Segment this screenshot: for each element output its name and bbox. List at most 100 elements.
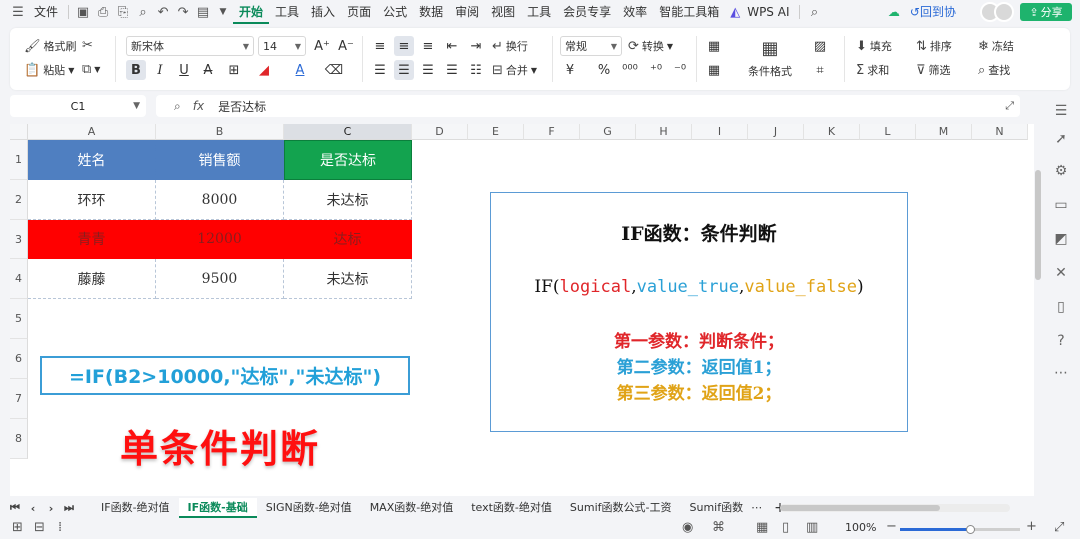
avatar-group[interactable]	[980, 2, 1014, 22]
row-header-2[interactable]: 2	[10, 180, 28, 220]
zoom-slider[interactable]	[900, 525, 1020, 534]
row-header-5[interactable]: 5	[10, 299, 28, 339]
tab-member[interactable]: 会员专享	[557, 0, 617, 24]
column-header-j[interactable]: J	[748, 124, 804, 140]
tools-icon[interactable]: ✕	[1051, 263, 1071, 283]
scrollbar-thumb[interactable]	[780, 505, 940, 511]
next-sheet-icon[interactable]: ›	[42, 502, 60, 515]
sheet-count-icon[interactable]: ⁞	[58, 520, 62, 535]
table-header-cell[interactable]: 姓名	[28, 140, 156, 180]
table-cell[interactable]: 未达标	[284, 259, 412, 299]
column-header-m[interactable]: M	[916, 124, 972, 140]
tab-insert[interactable]: 插入	[305, 0, 341, 24]
eye-icon[interactable]: ◉	[682, 520, 693, 535]
row-header-6[interactable]: 6	[10, 339, 28, 379]
column-header-g[interactable]: G	[580, 124, 636, 140]
cell-style-icon[interactable]: ▨	[810, 36, 830, 56]
table-cell[interactable]: 达标	[284, 220, 412, 259]
undo-icon[interactable]: ↶	[153, 0, 173, 24]
find-button[interactable]: ⌕ 查找	[978, 62, 1010, 78]
tab-efficiency[interactable]: 效率	[617, 0, 653, 24]
sheet-tab-active[interactable]: IF函数-基础	[178, 498, 257, 518]
align-center-icon[interactable]: ☰	[394, 60, 414, 80]
column-header-h[interactable]: H	[636, 124, 692, 140]
tab-view[interactable]: 视图	[485, 0, 521, 24]
paste-button[interactable]: 📋 粘贴 ▼	[24, 62, 74, 78]
table-cell[interactable]: 12000	[156, 220, 284, 259]
border-icon[interactable]: ⊞	[224, 60, 244, 80]
fx-icon[interactable]: fx	[193, 99, 204, 113]
freeze-button[interactable]: ❄ 冻结	[978, 38, 1014, 54]
preview-icon[interactable]: ⌕	[133, 0, 153, 24]
font-name-select[interactable]: 新宋体 ▼	[126, 36, 254, 56]
indent-decrease-icon[interactable]: ⇤	[442, 36, 462, 56]
book-icon[interactable]: ▯	[1051, 297, 1071, 317]
redo-icon[interactable]: ↷	[173, 0, 193, 24]
tab-data[interactable]: 数据	[413, 0, 449, 24]
fill-button[interactable]: ⬇ 填充	[856, 38, 892, 54]
sheet-macro-icon[interactable]: ⊞	[12, 520, 23, 535]
first-sheet-icon[interactable]: ⏮	[6, 501, 24, 515]
zoom-in-icon[interactable]: +	[1026, 519, 1037, 534]
sheet-stat-icon[interactable]: ⊟	[34, 520, 45, 535]
hamburger-icon[interactable]: ☰	[8, 0, 28, 24]
comment-icon[interactable]: ▭	[1051, 195, 1071, 215]
column-header-l[interactable]: L	[860, 124, 916, 140]
table-cell[interactable]: 青青	[28, 220, 156, 259]
decimal-decrease-icon[interactable]: ⁻⁰	[670, 60, 690, 80]
currency-icon[interactable]: ¥	[560, 60, 580, 80]
table-cell[interactable]: 9500	[156, 259, 284, 299]
italic-button[interactable]: I	[150, 60, 170, 80]
rows-cols-icon[interactable]: ▦	[704, 36, 724, 56]
table-header-cell[interactable]: 销售额	[156, 140, 284, 180]
more-icon[interactable]: ⋯	[1051, 363, 1071, 383]
tab-review[interactable]: 审阅	[449, 0, 485, 24]
sheet-tab[interactable]: text函数-绝对值	[462, 498, 561, 518]
font-size-select[interactable]: 14 ▼	[258, 36, 306, 56]
sheet-tab[interactable]: Sumif函数	[680, 498, 745, 518]
column-header-b[interactable]: B	[156, 124, 284, 140]
sum-button[interactable]: Σ 求和	[856, 62, 889, 78]
column-header-e[interactable]: E	[468, 124, 524, 140]
column-header-d[interactable]: D	[412, 124, 468, 140]
row-header-7[interactable]: 7	[10, 379, 28, 419]
style-icon[interactable]: ◩	[1051, 229, 1071, 249]
collab-button[interactable]: ☁ ↺ 回到协	[888, 3, 956, 20]
wrap-button[interactable]: ↵ 换行	[492, 38, 528, 54]
clear-format-icon[interactable]: ⌫	[324, 60, 344, 80]
row-header-8[interactable]: 8	[10, 419, 28, 459]
reading-view-icon[interactable]: ▥	[806, 520, 818, 535]
strikethrough-button[interactable]: A	[198, 60, 218, 80]
column-header-f[interactable]: F	[524, 124, 580, 140]
font-color-icon[interactable]: A	[290, 60, 310, 80]
fill-color-icon[interactable]: ◢	[254, 60, 274, 80]
share-button[interactable]: ⇪ 分享	[1020, 3, 1072, 21]
formula-input[interactable]: ⌕ fx 是否达标 ⤢	[156, 95, 1020, 117]
select-all-corner[interactable]	[10, 124, 28, 140]
template-icon[interactable]: ▤	[193, 0, 213, 24]
prev-sheet-icon[interactable]: ‹	[24, 502, 42, 515]
percent-icon[interactable]: %	[594, 60, 614, 80]
crop-icon[interactable]: ⌗	[810, 60, 830, 80]
table-cell[interactable]: 藤藤	[28, 259, 156, 299]
table-cell[interactable]: 环环	[28, 180, 156, 220]
cursor-icon[interactable]: ➚	[1051, 129, 1071, 149]
bold-button[interactable]: B	[126, 60, 146, 80]
align-top-icon[interactable]: ≡	[370, 36, 390, 56]
zoom-level[interactable]: 100%	[845, 521, 876, 534]
tab-page[interactable]: 页面	[341, 0, 377, 24]
table-cell[interactable]: 未达标	[284, 180, 412, 220]
justify-icon[interactable]: ☰	[442, 60, 462, 80]
more-sheets-button[interactable]: ⋯	[745, 498, 768, 518]
normal-view-icon[interactable]: ▦	[756, 520, 768, 535]
format-painter-button[interactable]: 🖌 格式刷	[24, 38, 77, 54]
save-icon[interactable]: ▣	[73, 0, 93, 24]
filter-button[interactable]: ⊽ 筛选	[916, 62, 951, 78]
last-sheet-icon[interactable]: ⏭	[60, 501, 78, 515]
tab-home[interactable]: 开始	[233, 0, 270, 24]
fullscreen-icon[interactable]: ⤢	[1054, 520, 1064, 535]
name-box[interactable]: C1 ▼	[10, 95, 146, 117]
decimal-increase-icon[interactable]: ⁺⁰	[646, 60, 666, 80]
sort-button[interactable]: ⇅ 排序	[916, 38, 952, 54]
indent-increase-icon[interactable]: ⇥	[466, 36, 486, 56]
